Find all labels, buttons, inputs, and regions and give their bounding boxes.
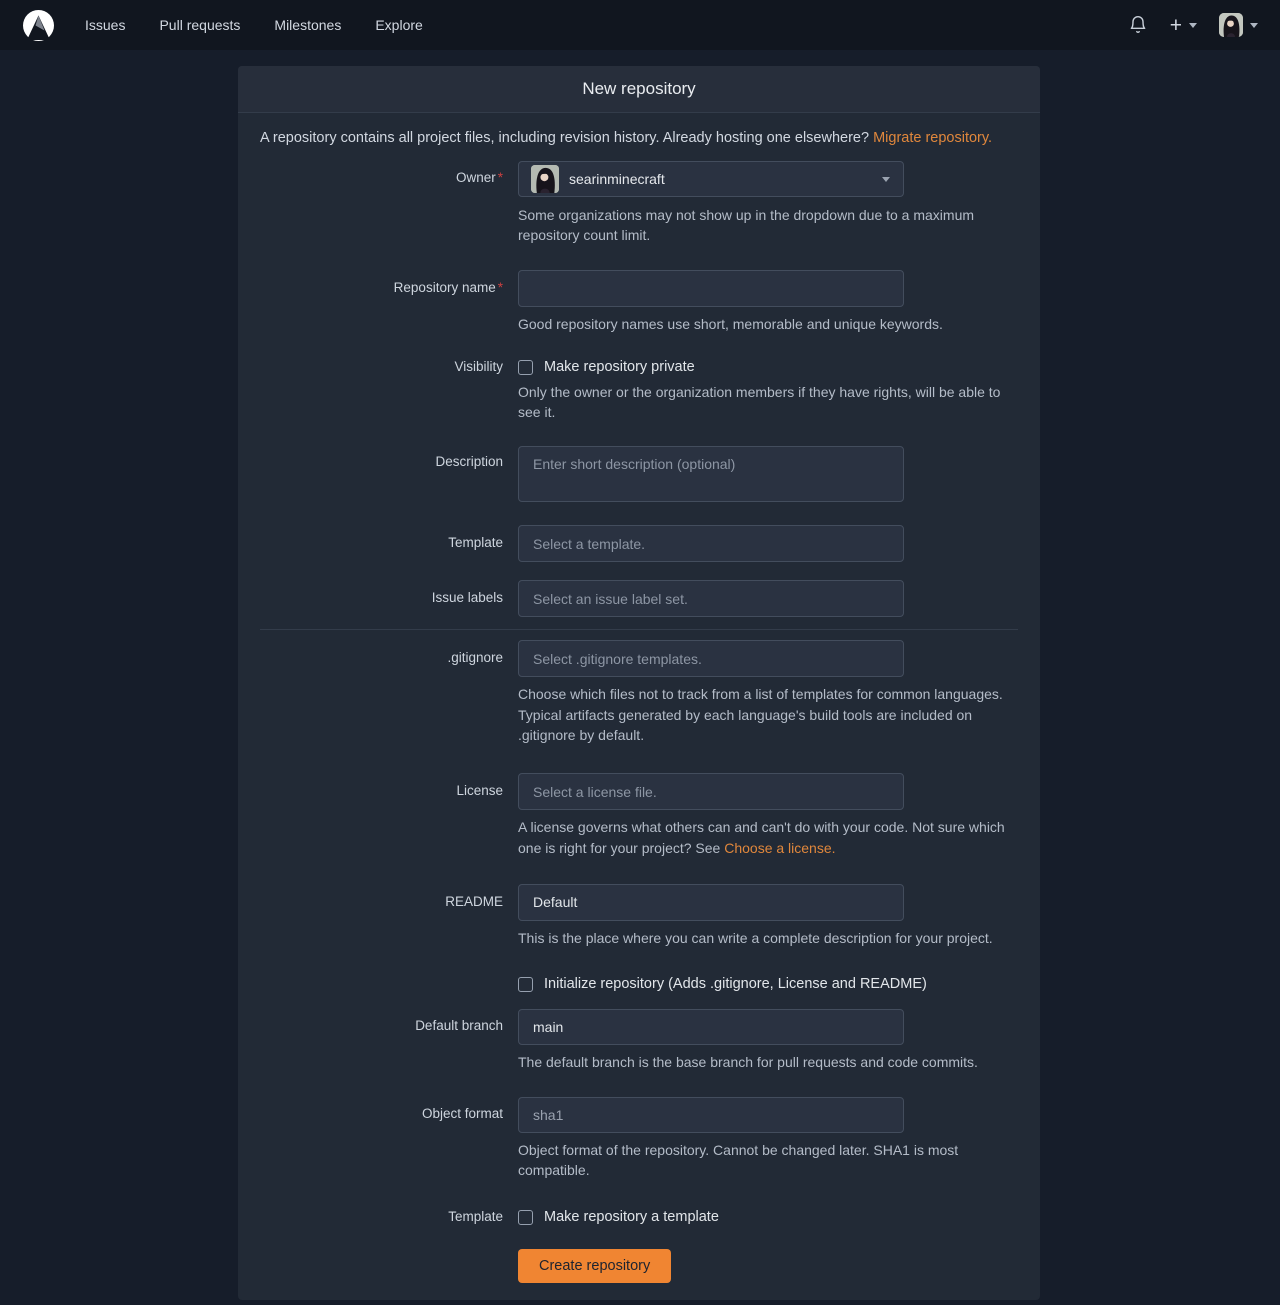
description-input[interactable] xyxy=(518,446,904,502)
nav-menu: Issues Pull requests Milestones Explore xyxy=(85,17,423,33)
object-format-help: Object format of the repository. Cannot … xyxy=(518,1140,1018,1181)
license-help: A license governs what others can and ca… xyxy=(518,817,1018,858)
required-asterisk: * xyxy=(498,280,503,295)
top-navbar: Issues Pull requests Milestones Explore … xyxy=(0,0,1280,50)
owner-value: searinminecraft xyxy=(569,171,882,187)
avatar xyxy=(1219,13,1243,37)
readme-label: README xyxy=(260,884,518,948)
license-input[interactable] xyxy=(518,773,904,810)
submit-label-spacer xyxy=(260,1249,518,1283)
chevron-down-icon xyxy=(1250,23,1258,28)
chevron-down-icon xyxy=(882,177,890,182)
create-menu[interactable]: + xyxy=(1170,15,1197,36)
nav-item-pull-requests[interactable]: Pull requests xyxy=(159,17,240,33)
default-branch-input[interactable] xyxy=(518,1009,904,1045)
page-title: New repository xyxy=(582,79,695,99)
owner-dropdown[interactable]: searinminecraft xyxy=(518,161,904,197)
section-divider xyxy=(260,629,1018,630)
gitignore-row: .gitignore Choose which files not to tra… xyxy=(260,640,1018,745)
submit-row: Create repository xyxy=(260,1249,1018,1283)
repo-name-label: Repository name* xyxy=(260,270,518,334)
default-branch-label: Default branch xyxy=(260,1009,518,1072)
owner-avatar xyxy=(531,165,559,193)
codeberg-logo[interactable] xyxy=(22,9,55,42)
migrate-repository-link[interactable]: Migrate repository. xyxy=(873,130,992,146)
default-branch-row: Default branch The default branch is the… xyxy=(260,1009,1018,1072)
nav-item-explore[interactable]: Explore xyxy=(375,17,422,33)
owner-help: Some organizations may not show up in th… xyxy=(518,205,1018,246)
owner-label-text: Owner xyxy=(456,170,496,185)
repo-name-help: Good repository names use short, memorab… xyxy=(518,314,1018,334)
object-format-select[interactable] xyxy=(518,1097,904,1133)
bell-icon[interactable] xyxy=(1128,14,1148,36)
nav-item-issues[interactable]: Issues xyxy=(85,17,125,33)
init-repo-label-spacer xyxy=(260,975,518,992)
issue-labels-input[interactable] xyxy=(518,580,904,617)
template-select-input[interactable] xyxy=(518,525,904,562)
intro-text-span: A repository contains all project files,… xyxy=(260,130,869,146)
readme-input[interactable] xyxy=(518,884,904,921)
readme-row: README This is the place where you can w… xyxy=(260,884,1018,948)
template-select-row: Template xyxy=(260,525,1018,562)
owner-row: Owner* searinminecraft xyxy=(260,161,1018,246)
repo-name-row: Repository name* Good repository names u… xyxy=(260,270,1018,334)
panel-body: A repository contains all project files,… xyxy=(238,113,1040,1300)
init-repo-checkbox-label[interactable]: Initialize repository (Adds .gitignore, … xyxy=(544,976,927,992)
license-label: License xyxy=(260,773,518,858)
readme-help: This is the place where you can write a … xyxy=(518,928,1018,948)
description-row: Description xyxy=(260,446,1018,507)
panel-header: New repository xyxy=(238,66,1040,113)
license-row: License A license governs what others ca… xyxy=(260,773,1018,858)
owner-label: Owner* xyxy=(260,161,518,246)
visibility-help: Only the owner or the organization membe… xyxy=(518,382,1018,423)
default-branch-help: The default branch is the base branch fo… xyxy=(518,1052,1018,1072)
gitignore-label: .gitignore xyxy=(260,640,518,745)
private-checkbox[interactable] xyxy=(518,360,533,375)
object-format-label: Object format xyxy=(260,1097,518,1181)
nav-item-milestones[interactable]: Milestones xyxy=(274,17,341,33)
repo-name-input[interactable] xyxy=(518,270,904,307)
chevron-down-icon xyxy=(1189,23,1197,28)
new-repository-panel: New repository A repository contains all… xyxy=(238,66,1040,1300)
gitignore-input[interactable] xyxy=(518,640,904,677)
object-format-row: Object format Object format of the repos… xyxy=(260,1097,1018,1181)
navbar-right: + xyxy=(1128,13,1258,37)
issue-labels-label: Issue labels xyxy=(260,580,518,617)
choose-license-link[interactable]: Choose a license. xyxy=(724,840,835,856)
template-flag-label: Template xyxy=(260,1208,518,1225)
user-menu[interactable] xyxy=(1219,13,1258,37)
plus-icon: + xyxy=(1170,15,1182,36)
template-select-label: Template xyxy=(260,525,518,562)
private-checkbox-label[interactable]: Make repository private xyxy=(544,359,695,375)
intro-text: A repository contains all project files,… xyxy=(260,130,1018,146)
visibility-label: Visibility xyxy=(260,358,518,423)
template-flag-checkbox[interactable] xyxy=(518,1210,533,1225)
template-flag-checkbox-label[interactable]: Make repository a template xyxy=(544,1209,719,1225)
init-repo-checkbox[interactable] xyxy=(518,977,533,992)
description-label: Description xyxy=(260,446,518,507)
init-repo-row: Initialize repository (Adds .gitignore, … xyxy=(260,975,1018,992)
repo-name-label-text: Repository name xyxy=(394,280,496,295)
gitignore-help: Choose which files not to track from a l… xyxy=(518,684,1018,745)
visibility-row: Visibility Make repository private Only … xyxy=(260,358,1018,423)
issue-labels-row: Issue labels xyxy=(260,580,1018,617)
template-flag-row: Template Make repository a template xyxy=(260,1208,1018,1225)
required-asterisk: * xyxy=(498,170,503,185)
create-repository-button[interactable]: Create repository xyxy=(518,1249,671,1283)
